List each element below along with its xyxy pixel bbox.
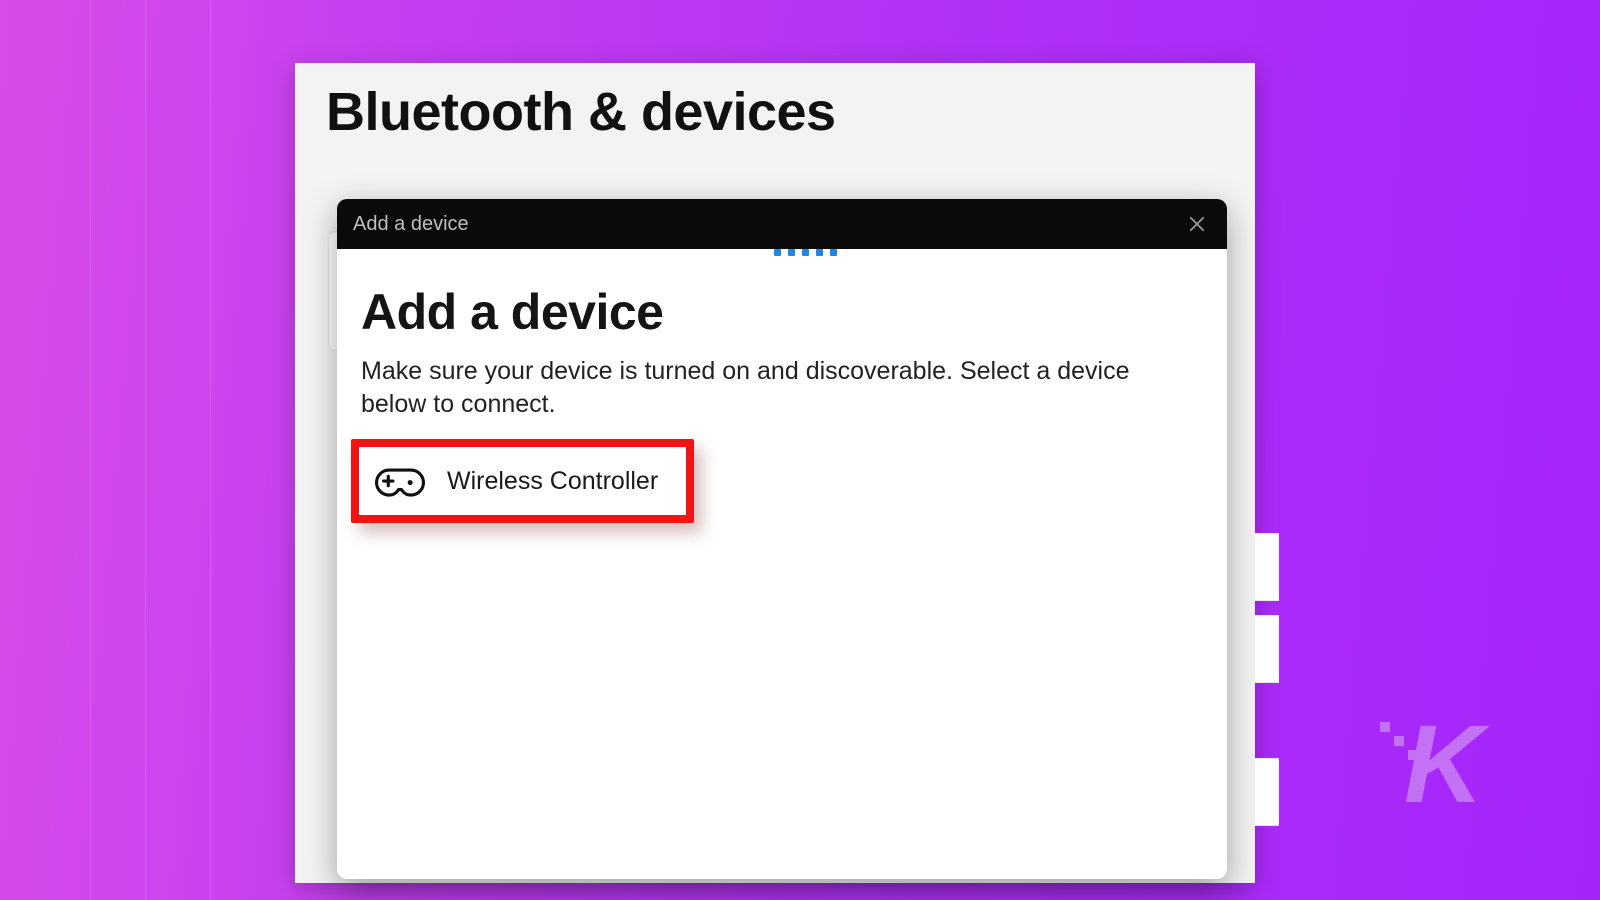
add-device-dialog: Add a device Add a device Make sure your… [337, 199, 1227, 879]
page-title: Bluetooth & devices [326, 81, 836, 143]
bg-band [210, 0, 211, 900]
device-option-wireless-controller[interactable]: Wireless Controller [351, 439, 694, 523]
dialog-heading: Add a device [361, 283, 1203, 341]
watermark-logo: K [1380, 710, 1510, 820]
list-row-edge [1255, 533, 1279, 601]
dialog-titlebar: Add a device [337, 199, 1227, 249]
dialog-body: Add a device Make sure your device is tu… [337, 249, 1227, 523]
dialog-description: Make sure your device is turned on and d… [361, 355, 1161, 421]
device-name-label: Wireless Controller [447, 467, 658, 496]
dialog-window-title: Add a device [353, 213, 469, 236]
list-row-edge [1255, 758, 1279, 826]
close-button[interactable] [1183, 210, 1211, 238]
gamepad-icon [375, 461, 425, 501]
bg-band [145, 0, 146, 900]
close-icon [1188, 215, 1206, 233]
bg-band [90, 0, 91, 900]
list-row-edge [1255, 615, 1279, 683]
progress-indicator [774, 249, 837, 256]
